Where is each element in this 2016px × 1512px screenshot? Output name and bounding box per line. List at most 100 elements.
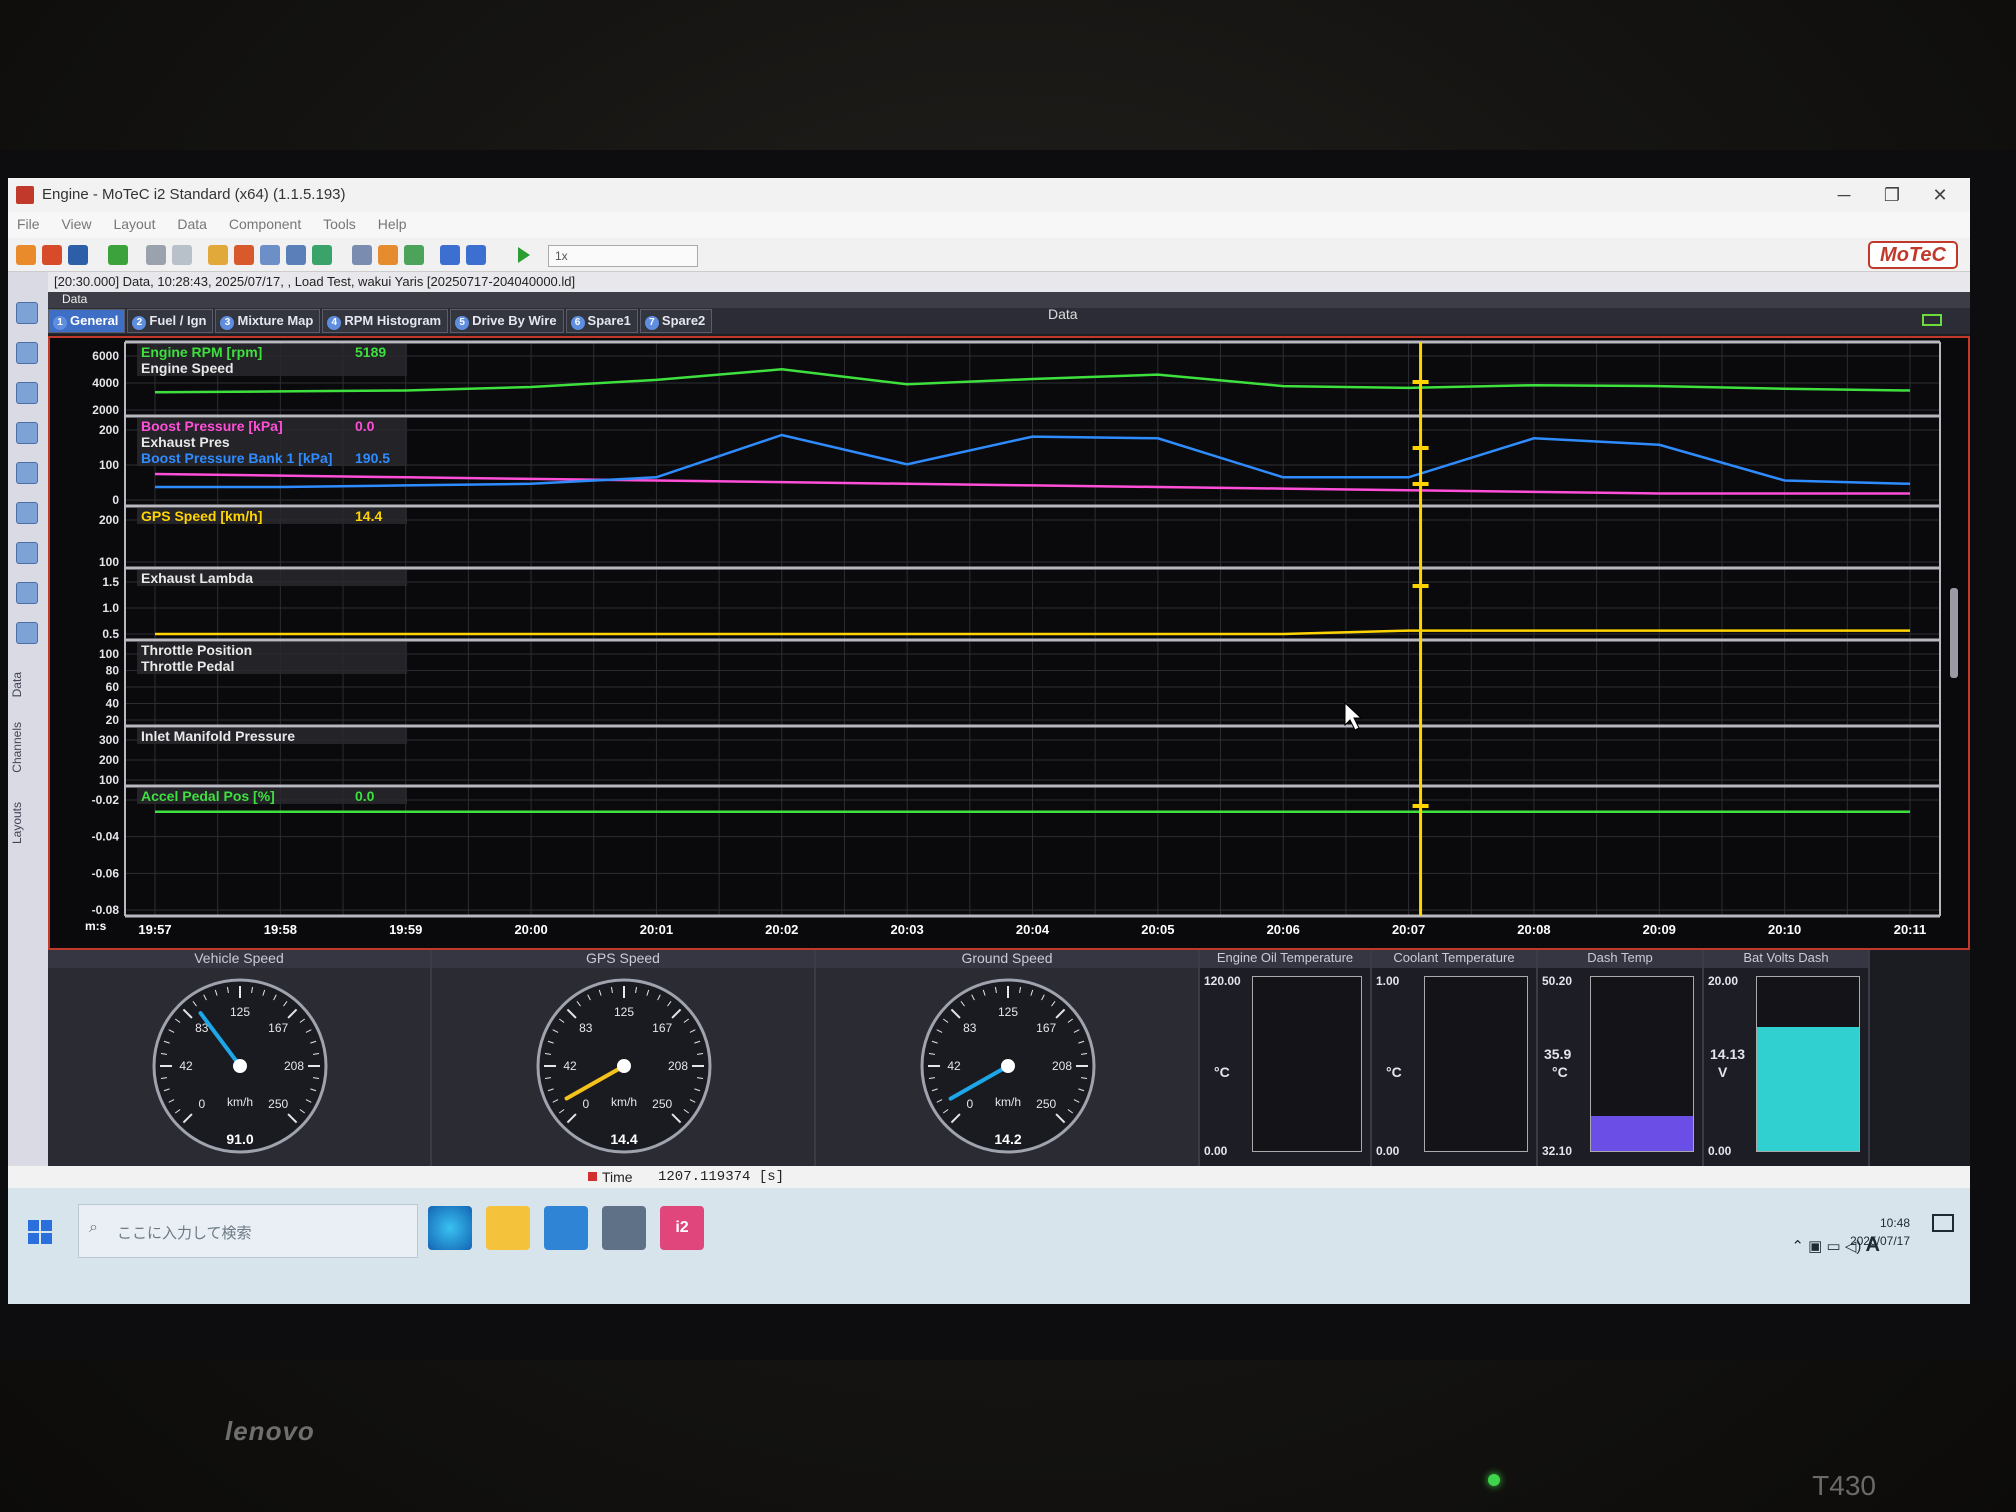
marker-icon[interactable] <box>16 582 38 604</box>
open-recent-icon[interactable] <box>42 245 62 265</box>
dial-tick-label: 0 <box>582 1097 589 1111</box>
channel-row[interactable]: Boost Pressure Bank 1 [kPa] 190.5 <box>141 450 403 466</box>
restore-button[interactable]: ❐ <box>1870 182 1914 208</box>
channel-row[interactable]: Throttle Pedal <box>141 658 403 674</box>
pane-legend[interactable]: Throttle Position Throttle Pedal <box>137 642 407 674</box>
side-tab-layouts[interactable]: Layouts <box>10 802 24 844</box>
menu-component[interactable]: Component <box>220 212 310 236</box>
edge-icon[interactable] <box>428 1206 472 1250</box>
data-panel-icon[interactable] <box>16 302 38 324</box>
pane-legend[interactable]: Accel Pedal Pos [%] 0.0 <box>137 788 407 804</box>
bar-min-label: 0.00 <box>1708 1144 1732 1158</box>
tab-mixture-map[interactable]: 3 Mixture Map <box>215 309 321 333</box>
menu-layout[interactable]: Layout <box>104 212 164 236</box>
export-icon[interactable] <box>312 245 332 265</box>
table-icon[interactable] <box>404 245 424 265</box>
zoom-in-icon[interactable] <box>16 382 38 404</box>
menu-tools[interactable]: Tools <box>314 212 365 236</box>
search-icon[interactable] <box>16 622 38 644</box>
play-icon[interactable] <box>518 247 530 263</box>
pane-legend[interactable]: Boost Pressure [kPa] 0.0 Exhaust Pres Boost… <box>137 418 407 466</box>
menu-view[interactable]: View <box>52 212 100 236</box>
dial-tick-label: 83 <box>579 1021 593 1035</box>
edit-icon[interactable] <box>208 245 228 265</box>
layout-icon[interactable] <box>234 245 254 265</box>
tab-spare1[interactable]: 6 Spare1 <box>565 309 638 333</box>
windows-start-icon[interactable] <box>18 1210 62 1254</box>
tab-rpm-histogram[interactable]: 4 RPM Histogram <box>322 309 449 333</box>
channel-row[interactable]: Inlet Manifold Pressure <box>141 728 403 744</box>
channel-name: Boost Pressure [kPa] <box>141 418 283 434</box>
needle-hub <box>617 1059 631 1073</box>
open-icon[interactable] <box>16 245 36 265</box>
y-tick-label: 20 <box>106 713 120 727</box>
close-button[interactable]: ✕ <box>1918 182 1962 208</box>
tab-spare2[interactable]: 7 Spare2 <box>639 309 713 333</box>
print-icon[interactable] <box>146 245 166 265</box>
menu-file[interactable]: File <box>8 212 49 236</box>
channel-row[interactable]: GPS Speed [km/h] 14.4 <box>141 508 403 524</box>
cursor-marker <box>1412 446 1429 450</box>
channel-row[interactable]: Accel Pedal Pos [%] 0.0 <box>141 788 403 804</box>
playback-speed-select[interactable]: 1x <box>548 245 698 267</box>
network-icon[interactable]: ▣ <box>1808 1238 1822 1255</box>
menu-data[interactable]: Data <box>168 212 216 236</box>
tab-fuel-ign[interactable]: 2 Fuel / Ign <box>127 309 214 333</box>
status-time-label: Time <box>602 1169 633 1185</box>
explorer-icon[interactable] <box>486 1206 530 1250</box>
mail-icon[interactable] <box>544 1206 588 1250</box>
toolbar: 1x MoTeC <box>8 238 1970 272</box>
tab-general[interactable]: 1 General <box>48 309 126 333</box>
y-tick-label: 100 <box>99 555 119 569</box>
battery-icon[interactable]: ▭ <box>1826 1238 1840 1255</box>
dial-tick-label: 42 <box>179 1059 193 1073</box>
notification-icon[interactable] <box>1932 1214 1954 1232</box>
menu-help[interactable]: Help <box>369 212 416 236</box>
y-tick-label: -0.02 <box>92 793 120 807</box>
channel-row[interactable]: Engine RPM [rpm] 5189 <box>141 344 403 360</box>
side-tab-data[interactable]: Data <box>10 672 24 697</box>
gauge-dial: 04283125167208250km/h91.0 <box>152 978 328 1154</box>
pane-legend[interactable]: Engine RPM [rpm] 5189 Engine Speed <box>137 344 407 376</box>
pane-legend[interactable]: Inlet Manifold Pressure <box>137 728 407 744</box>
measure-icon[interactable] <box>16 542 38 564</box>
channel-row[interactable]: Engine Speed <box>141 360 403 376</box>
save-icon[interactable] <box>68 245 88 265</box>
graph-scrollbar[interactable] <box>1950 588 1958 678</box>
store-icon[interactable] <box>602 1206 646 1250</box>
window-icon[interactable] <box>260 245 280 265</box>
time-graph[interactable]: 6000 4000 2000 200 100 0 200 100 1.5 1.0 0.5 100 80 6… <box>48 336 1970 950</box>
grid-icon[interactable] <box>352 245 372 265</box>
tab-drive-by-wire[interactable]: 5 Drive By Wire <box>450 309 564 333</box>
zoom-out-icon[interactable] <box>16 422 38 444</box>
motec-i2-taskbar-icon[interactable]: i2 <box>660 1206 704 1250</box>
channel-row[interactable]: Boost Pressure [kPa] 0.0 <box>141 418 403 434</box>
channel-row[interactable]: Exhaust Pres <box>141 434 403 450</box>
tab-number-badge: 6 <box>570 316 585 330</box>
gauge-title: GPS Speed <box>432 950 814 968</box>
print-preview-icon[interactable] <box>172 245 192 265</box>
zoom-reset-icon[interactable] <box>16 502 38 524</box>
tray-chevron-icon[interactable]: ⌃ <box>1791 1238 1804 1255</box>
channel-panel-icon[interactable] <box>16 342 38 364</box>
pane-legend[interactable]: Exhaust Lambda <box>137 570 407 586</box>
step-back-icon[interactable] <box>440 245 460 265</box>
taskbar-clock[interactable]: 10:48 2025/07/17 <box>1850 1214 1910 1250</box>
laptop-screen: Engine - MoTeC i2 Standard (x64) (1.1.5.… <box>8 178 1970 1304</box>
channel-row[interactable]: Exhaust Lambda <box>141 570 403 586</box>
download-icon[interactable] <box>108 245 128 265</box>
file-info-bar: [20:30.000] Data, 10:28:43, 2025/07/17, … <box>48 272 1970 292</box>
pane-legend[interactable]: GPS Speed [km/h] 14.4 <box>137 508 407 524</box>
taskbar-search-input[interactable]: ⌕ ここに入力して検索 <box>78 1204 418 1258</box>
overlay-icon[interactable] <box>378 245 398 265</box>
y-tick-label: -0.06 <box>92 866 120 880</box>
channel-row[interactable]: Throttle Position <box>141 642 403 658</box>
minimize-button[interactable]: ─ <box>1822 182 1866 208</box>
dial-tick-label: 250 <box>652 1097 672 1111</box>
side-tab-channels[interactable]: Channels <box>10 722 24 773</box>
dial-tick-label: 167 <box>1036 1021 1056 1035</box>
x-tick-label: 20:06 <box>1267 922 1300 937</box>
zoom-fit-icon[interactable] <box>16 462 38 484</box>
split-icon[interactable] <box>286 245 306 265</box>
step-forward-icon[interactable] <box>466 245 486 265</box>
